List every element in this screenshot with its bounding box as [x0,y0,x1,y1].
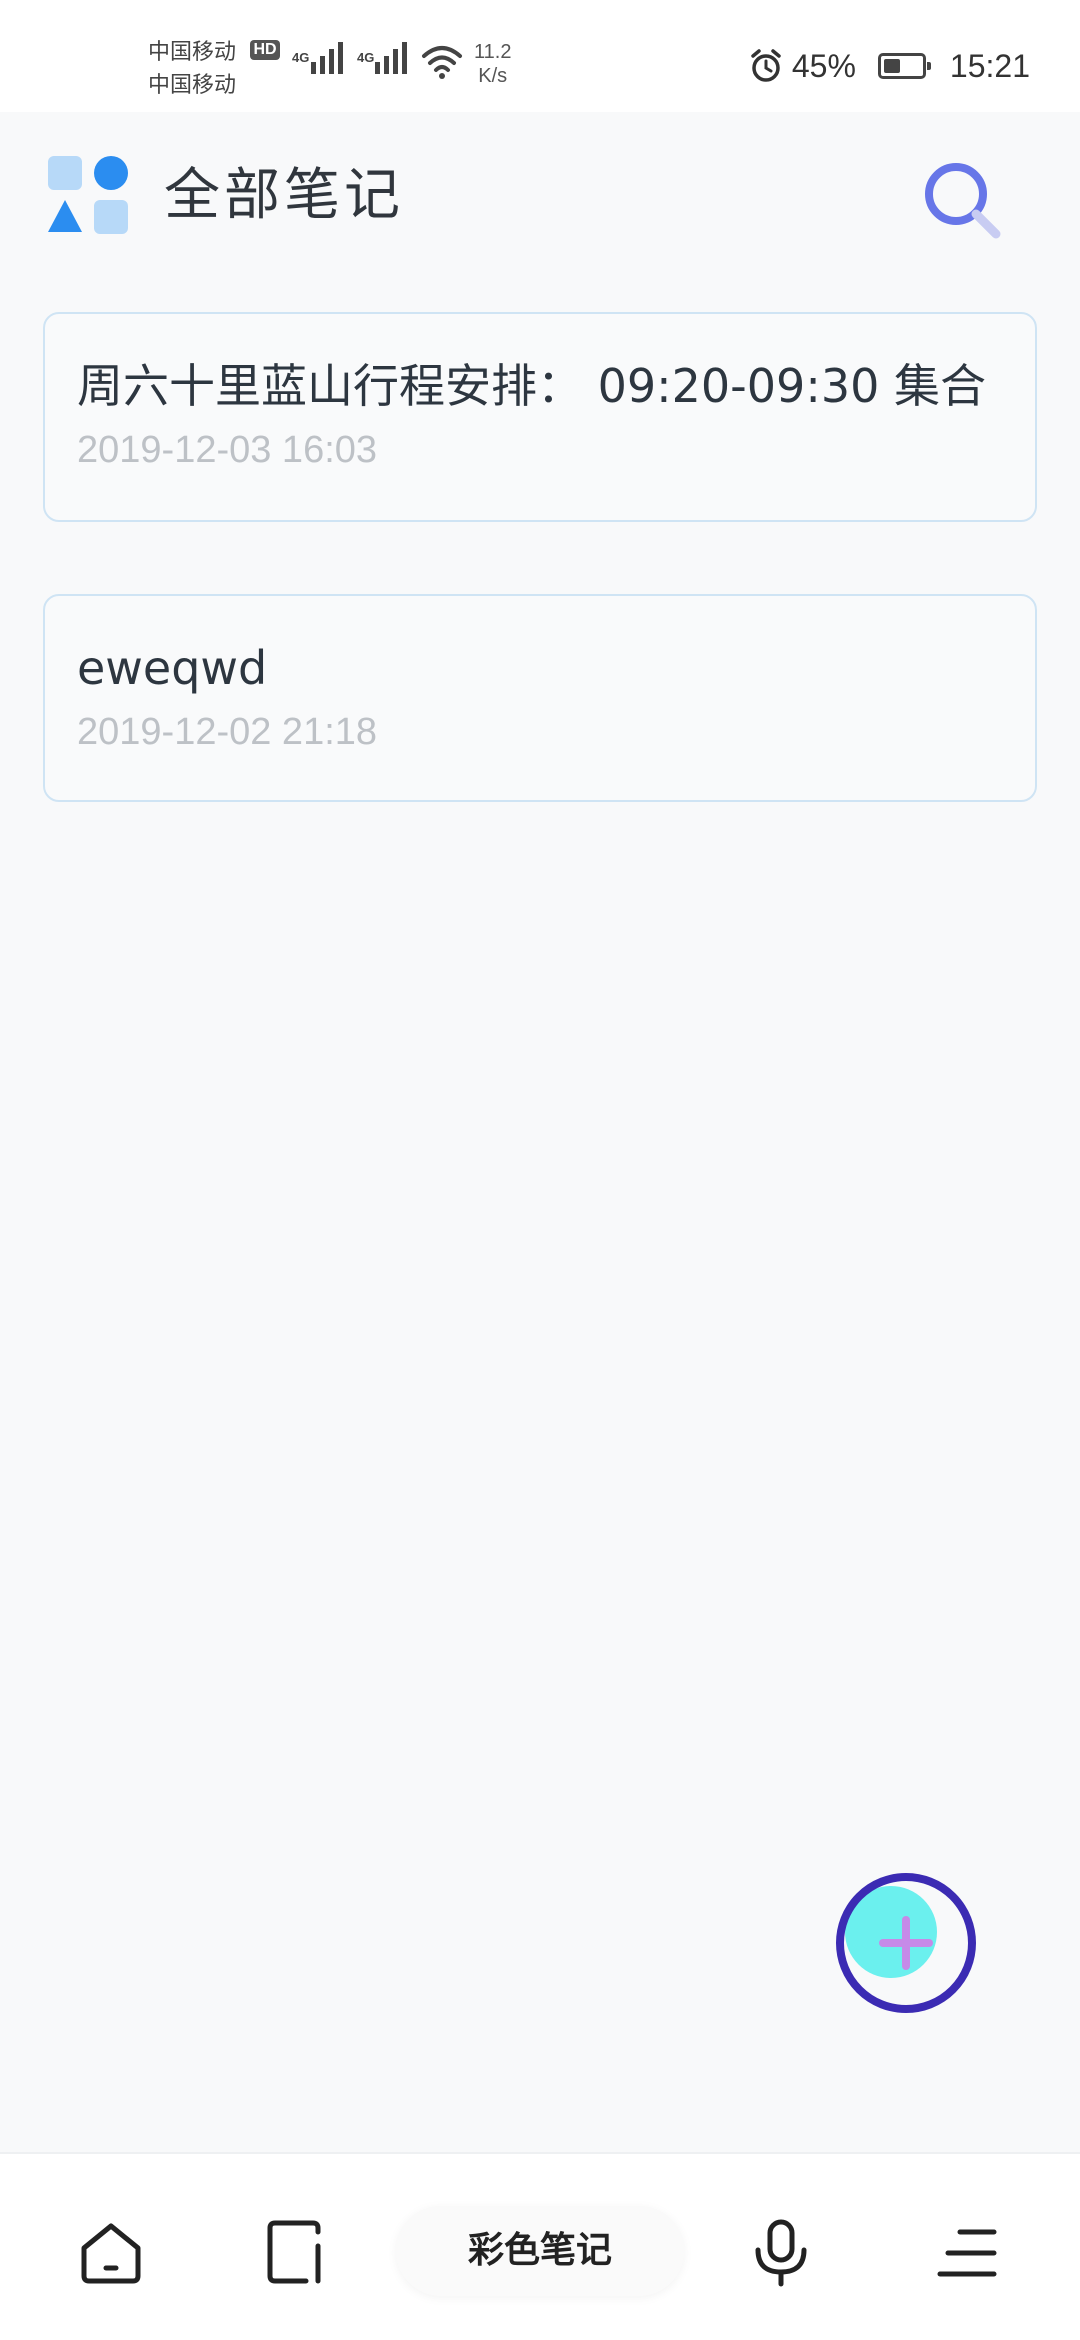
page-title: 全部笔记 [164,163,404,228]
note-card[interactable]: eweqwd 2019-12-02 21:18 [43,594,1037,802]
app-logo-icon [48,156,128,234]
hd-badge: HD [250,40,280,60]
note-date: 2019-12-03 16:03 [77,429,378,471]
wifi-icon [422,46,462,79]
tablet-icon[interactable] [262,2218,332,2288]
home-icon[interactable] [76,2218,146,2288]
battery-level [883,59,901,73]
carrier-2-label: 中国移动 [148,73,237,98]
speed-unit: K/s [478,65,508,87]
microphone-icon[interactable] [746,2218,816,2288]
bottom-nav: 彩色笔记 [0,2152,1080,2340]
carrier-1-label: 中国移动 [148,40,237,65]
speed-value: 11.2 [474,41,512,63]
network-1-label: 4G [292,50,310,65]
network-speed: 11.2 K/s [474,40,511,88]
add-note-button[interactable] [833,1870,979,2016]
clock-time: 15:21 [949,47,1030,84]
battery-icon [877,53,931,79]
note-title: 周六十里蓝山行程安排： 09:20-09:30 集合 [77,359,986,413]
menu-icon[interactable] [934,2218,1004,2288]
search-button[interactable] [918,156,1008,246]
note-title: eweqwd [77,641,268,695]
color-notes-tab[interactable]: 彩色笔记 [396,2206,684,2296]
note-date: 2019-12-02 21:18 [77,711,378,753]
note-card[interactable]: 周六十里蓝山行程安排： 09:20-09:30 集合 2019-12-03 16… [43,312,1037,522]
status-bar: 中国移动 中国移动 HD 4G 4G 11.2 K/s 45% 15:21 [0,0,1080,112]
search-icon [925,163,1001,239]
app-header: 全部笔记 [0,112,1080,282]
battery-percent: 45% [791,47,856,84]
signal-2-icon [375,42,407,74]
alarm-icon [751,49,781,82]
carrier-info: 中国移动 中国移动 [148,36,236,102]
status-right: 45% 15:21 [748,44,1030,88]
signal-1-icon [311,42,343,74]
